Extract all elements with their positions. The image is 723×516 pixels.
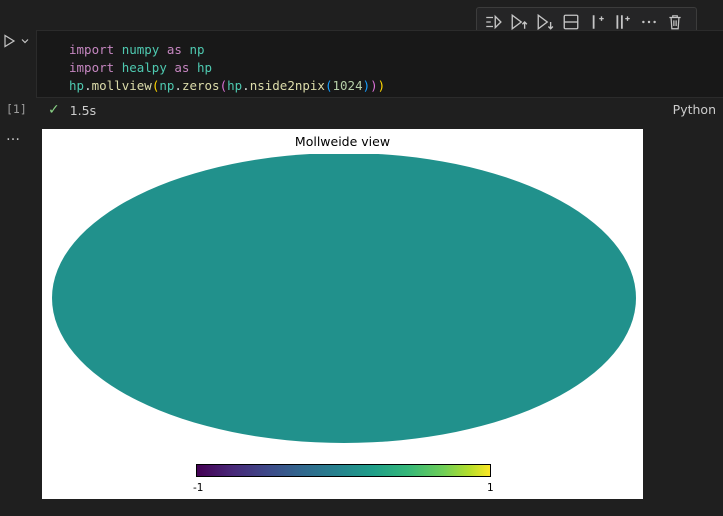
plot-title: Mollweide view	[294, 134, 391, 149]
add-cell-above-icon	[592, 15, 604, 29]
execution-duration: 1.5s	[69, 102, 97, 118]
output-more-icon[interactable]: …	[6, 128, 21, 144]
colorbar-max-label: 1	[487, 482, 494, 494]
more-icon	[642, 20, 656, 24]
run-cell-icon[interactable]	[2, 33, 18, 49]
notebook-view: import numpy as np import healpy as hp hp.…	[0, 0, 723, 516]
sky-map	[52, 154, 636, 443]
mollweide-map	[52, 154, 636, 443]
delete-icon	[669, 15, 681, 30]
code-line-1: import numpy as np	[69, 42, 205, 57]
chevron-down-icon[interactable]	[20, 36, 30, 46]
check-icon: ✓	[48, 102, 60, 118]
execution-count: [1]	[6, 102, 27, 116]
colorbar	[196, 464, 491, 477]
add-cell-below-icon	[616, 15, 630, 29]
code-cell-editor[interactable]: import numpy as np import healpy as hp hp.…	[36, 30, 723, 98]
run-cell-controls	[0, 30, 38, 52]
colorbar-min-label: -1	[193, 482, 204, 494]
split-cell-icon	[563, 14, 579, 30]
cell-output-image: Mollweide view -1 1	[42, 129, 643, 499]
run-above-icon	[511, 13, 528, 31]
code-line-3: hp.mollview(np.zeros(hp.nside2npix(1024)…	[69, 78, 386, 93]
code-block[interactable]: import numpy as np import healpy as hp hp.…	[69, 41, 385, 95]
run-below-icon	[537, 13, 554, 31]
run-by-line-icon	[486, 14, 502, 30]
cell-language[interactable]: Python	[673, 102, 716, 117]
execution-status: ✓ 1.5s	[48, 100, 96, 120]
code-line-2: import healpy as hp	[69, 60, 213, 75]
